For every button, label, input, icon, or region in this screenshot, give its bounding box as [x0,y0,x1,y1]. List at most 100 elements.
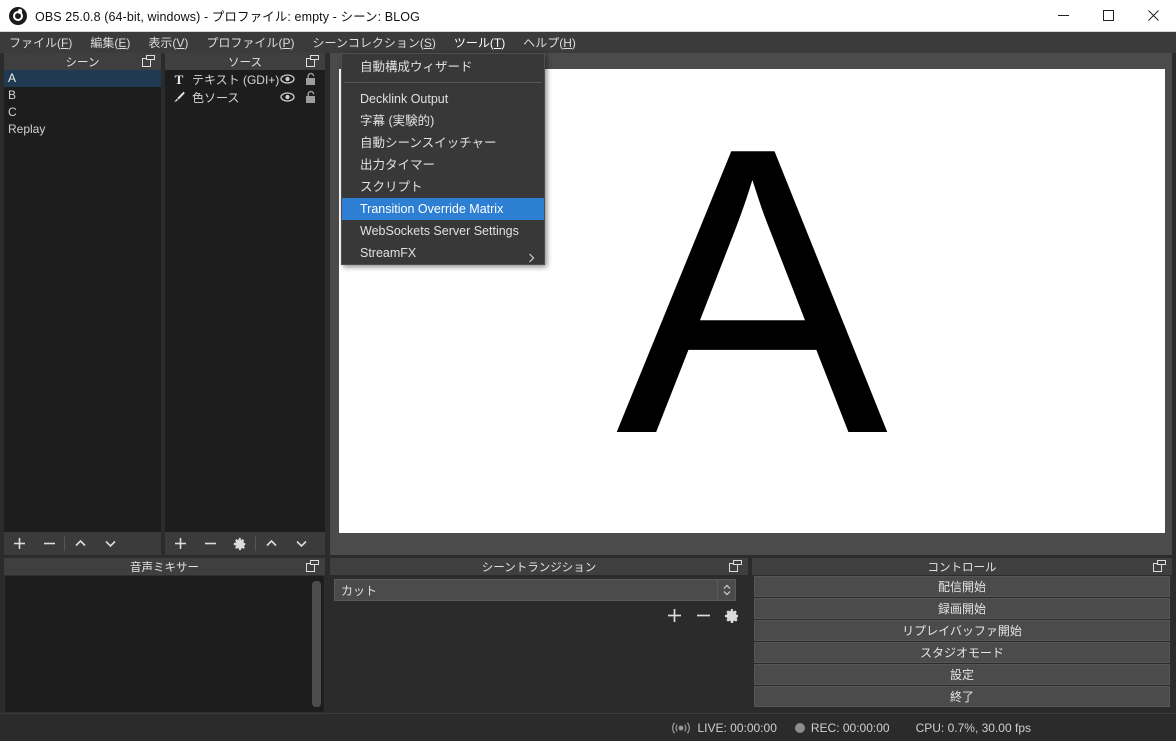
sources-list[interactable]: T テキスト (GDI+) 色ソース [165,70,325,532]
start-streaming-button[interactable]: 配信開始 [754,576,1170,597]
scenes-dock-title-label: シーン [65,56,100,69]
chevron-updown-icon[interactable] [717,580,735,600]
scene-transitions-body: カット [330,575,748,713]
scene-item-b[interactable]: B [4,87,161,104]
rec-status-label: REC: 00:00:00 [810,720,890,735]
menu-file[interactable]: ファイル(F) [0,32,81,53]
move-source-down-button[interactable] [286,532,316,555]
menu-help[interactable]: ヘルプ(H) [514,32,585,53]
remove-scene-button[interactable] [34,532,64,555]
add-transition-button[interactable] [666,607,683,627]
menu-help-label: ヘルプ [523,36,560,50]
menu-separator [344,82,542,83]
studio-mode-button[interactable]: スタジオモード [754,642,1170,663]
source-item-text-label: テキスト (GDI+) [192,72,280,87]
window-controls [1041,0,1176,31]
menu-scene-collection-accel: S [423,35,432,50]
menu-item-scripts[interactable]: スクリプト [342,176,544,198]
maximize-button[interactable] [1086,0,1131,31]
menu-edit-label: 編集 [90,36,115,50]
scenes-list[interactable]: A B C Replay [4,70,161,532]
audio-mixer-dock-title-label: 音声ミキサー [130,561,199,574]
svg-text:T: T [175,72,184,86]
audio-mixer-scrollbar[interactable] [312,581,321,707]
scene-item-c[interactable]: C [4,104,161,121]
menu-item-auto-scene-switcher[interactable]: 自動シーンスイッチャー [342,132,544,154]
settings-button[interactable]: 設定 [754,664,1170,685]
move-source-up-button[interactable] [256,532,286,555]
menu-file-accel: F [61,35,69,50]
float-dock-icon[interactable] [729,560,742,573]
float-dock-icon[interactable] [306,560,319,573]
sources-toolbar [165,532,325,555]
rec-status: REC: 00:00:00 [811,721,890,735]
menu-view[interactable]: 表示(V) [139,32,197,53]
scene-item-replay[interactable]: Replay [4,121,161,138]
menu-bar: ファイル(F) 編集(E) 表示(V) プロファイル(P) シーンコレクション(… [0,32,1176,53]
scenes-dock-title: シーン [4,53,161,70]
menu-edit[interactable]: 編集(E) [81,32,139,53]
menu-item-captions[interactable]: 字幕 (実験的) [342,110,544,132]
sources-dock-title: ソース [165,53,325,70]
scene-transitions-dock-title: シーントランジション [330,558,748,575]
title-bar: OBS 25.0.8 (64-bit, windows) - プロファイル: e… [0,0,1176,32]
float-dock-icon[interactable] [1153,560,1166,573]
transition-buttons [666,607,740,627]
close-button[interactable] [1131,0,1176,31]
eye-icon[interactable] [280,72,295,86]
menu-file-label: ファイル [9,36,58,50]
float-dock-icon[interactable] [306,55,319,68]
remove-source-button[interactable] [195,532,225,555]
color-source-icon [171,89,187,105]
menu-item-streamfx[interactable]: StreamFX [342,242,544,264]
scene-item-a[interactable]: A [4,70,161,87]
menu-view-label: 表示 [148,36,173,50]
source-item-color[interactable]: 色ソース [165,88,325,106]
controls-dock-title-label: コントロール [927,561,997,574]
menu-item-transition-override-matrix[interactable]: Transition Override Matrix [342,198,544,220]
unlock-icon[interactable] [304,90,317,104]
obs-logo-icon [9,6,27,25]
controls-body: 配信開始 録画開始 リプレイバッファ開始 スタジオモード 設定 終了 [752,575,1172,713]
menu-tools[interactable]: ツール(T) [444,32,515,53]
scene-transitions-dock: シーントランジション カット [330,558,748,713]
sources-dock-title-label: ソース [228,56,262,69]
unlock-icon[interactable] [304,72,317,86]
controls-dock: コントロール 配信開始 録画開始 リプレイバッファ開始 スタジオモード 設定 終… [752,558,1172,713]
menu-item-auto-config-wizard[interactable]: 自動構成ウィザード [342,56,544,78]
cpu-status: CPU: 0.7%, 30.00 fps [916,721,1031,735]
window-title: OBS 25.0.8 (64-bit, windows) - プロファイル: e… [35,10,420,24]
chevron-right-icon [528,248,535,270]
add-scene-button[interactable] [4,532,34,555]
menu-help-accel: H [563,35,572,50]
record-indicator-icon [794,722,805,733]
source-item-text[interactable]: T テキスト (GDI+) [165,70,325,88]
move-scene-down-button[interactable] [95,532,125,555]
menu-profile[interactable]: プロファイル(P) [197,32,303,53]
move-scene-up-button[interactable] [65,532,95,555]
exit-button[interactable]: 終了 [754,686,1170,707]
source-properties-button[interactable] [225,532,255,555]
audio-mixer-body [4,575,325,713]
controls-dock-title: コントロール [752,558,1172,575]
start-recording-button[interactable]: 録画開始 [754,598,1170,619]
menu-item-websockets-server-settings[interactable]: WebSockets Server Settings [342,220,544,242]
remove-transition-button[interactable] [695,607,712,627]
transition-properties-button[interactable] [724,608,740,627]
menu-item-output-timer[interactable]: 出力タイマー [342,154,544,176]
live-status-label: LIVE: 00:00:00 [697,720,777,735]
scenes-toolbar [4,532,161,555]
sources-dock: ソース T テキスト (GDI+) 色ソース [165,53,325,555]
transition-select[interactable]: カット [334,579,736,601]
add-source-button[interactable] [165,532,195,555]
float-dock-icon[interactable] [142,55,155,68]
menu-item-decklink-output[interactable]: Decklink Output [342,88,544,110]
tools-menu-popup[interactable]: 自動構成ウィザード Decklink Output 字幕 (実験的) 自動シーン… [341,53,545,265]
start-replay-buffer-button[interactable]: リプレイバッファ開始 [754,620,1170,641]
minimize-button[interactable] [1041,0,1086,31]
menu-scene-collection[interactable]: シーンコレクション(S) [303,32,444,53]
audio-mixer-scrollbar-thumb[interactable] [312,581,321,707]
audio-mixer-dock-title: 音声ミキサー [4,558,325,575]
eye-icon[interactable] [280,90,295,104]
broadcast-icon [671,721,691,735]
